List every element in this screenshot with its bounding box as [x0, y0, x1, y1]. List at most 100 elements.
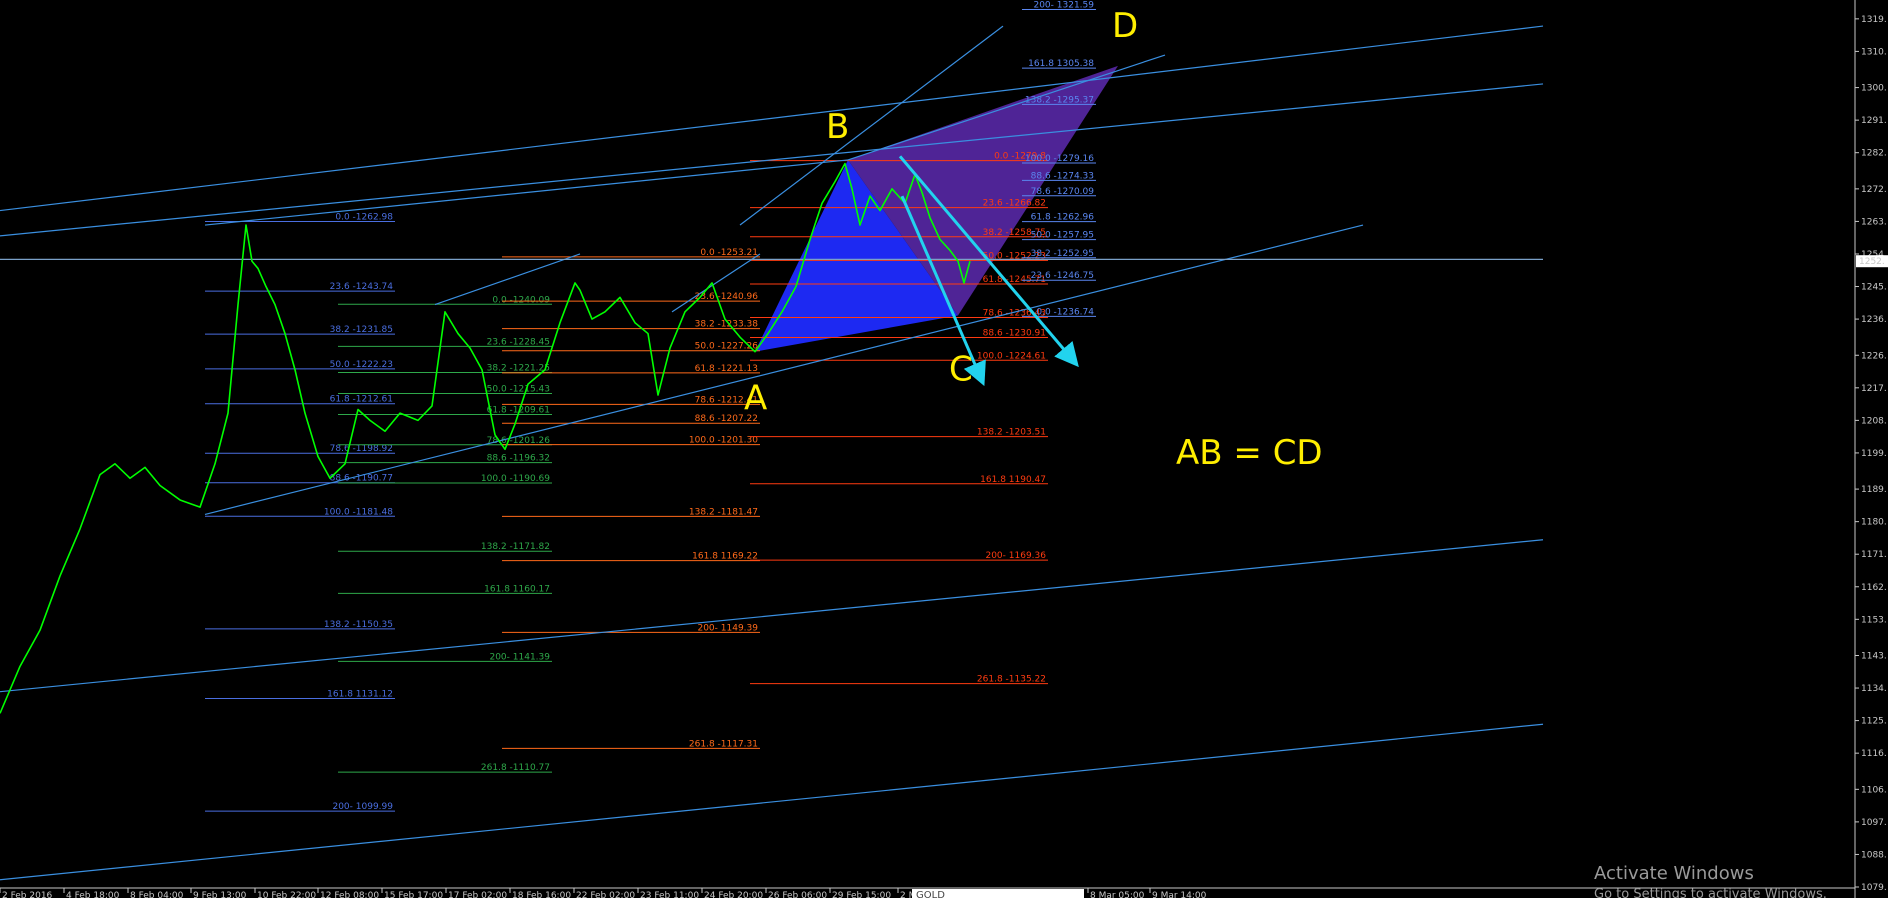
fib-level-label: 261.8 -1110.77	[481, 763, 550, 773]
price-tick-label: 1153.	[1861, 615, 1887, 625]
time-tick-label: 29 Feb 15:00	[832, 891, 891, 898]
fib-level-label: 38.2 -1221.25	[487, 363, 550, 373]
fib-level-label: 0.0 -1253.21	[700, 248, 758, 258]
price-tick-label: 1208.	[1861, 416, 1887, 426]
fib-level-label: 23.6 -1266.82	[983, 199, 1046, 209]
fib-level-label: 38.2 -1231.85	[330, 325, 393, 335]
fib-level-label: 61.8 -1221.13	[695, 364, 758, 374]
fib-level-label: 88.6 -1230.91	[983, 328, 1046, 338]
channel-line	[0, 25, 1544, 212]
price-tick-label: 1291.	[1861, 116, 1887, 126]
price-tick-label: 1134.	[1861, 684, 1887, 694]
fib-level-label: 23.6 -1243.74	[330, 282, 394, 292]
fib-level-label: 138.2 -1203.51	[977, 428, 1046, 438]
pattern-annotation: AB = CD	[1176, 433, 1323, 473]
time-tick-label: 8 Mar 05:00	[1090, 891, 1145, 898]
fib-level-label: 0.0 -1236.74	[1036, 307, 1094, 317]
fib-level-label: 200- 1149.39	[697, 623, 758, 633]
fib-level-label: 138.2 -1171.82	[481, 542, 550, 552]
price-tick-label: 1272.	[1861, 185, 1887, 195]
point-label: B	[826, 107, 849, 147]
fib-level-label: 200- 1169.36	[985, 551, 1046, 561]
channel-line	[204, 159, 849, 226]
channel-line	[0, 723, 1544, 881]
point-label: D	[1112, 6, 1138, 46]
fib-level-label: 138.2 -1295.37	[1025, 95, 1094, 105]
watermark-layer: Activate Windows Go to Settings to activ…	[1594, 863, 1827, 898]
time-tick-label: 22 Feb 02:00	[576, 891, 635, 898]
fib-level-label: 61.8 -1262.96	[1031, 213, 1095, 223]
fib-level-label: 78.6 -1198.92	[330, 444, 393, 454]
fib-level-label: 23.6 -1246.75	[1031, 271, 1094, 281]
price-tick-label: 1106.	[1861, 785, 1887, 795]
fib-level-label: 161.8 1131.12	[327, 689, 393, 699]
fib-level-label: 138.2 -1181.47	[689, 507, 758, 517]
price-tick-label: 1226.	[1861, 351, 1887, 361]
channel-line	[671, 253, 761, 313]
price-tick-label: 1116.	[1861, 749, 1887, 759]
channel-line	[0, 83, 1544, 237]
time-tick-label: 18 Feb 16:00	[512, 891, 571, 898]
fib-level-label: 23.6 -1228.45	[487, 337, 550, 347]
fib-level-label: 100.0 -1279.16	[1025, 154, 1094, 164]
fib-level-label: 61.8 -1212.61	[330, 395, 393, 405]
fib-level-label: 138.2 -1150.35	[324, 620, 393, 630]
fib-level-label: 100.0 -1224.61	[977, 351, 1046, 361]
price-tick-label: 1125.	[1861, 717, 1887, 727]
fib-level-label: 100.0 -1190.69	[481, 474, 550, 484]
time-tick-label: 17 Feb 02:00	[448, 891, 507, 898]
fib-level-label: 161.8 1190.47	[980, 475, 1046, 485]
time-tick-label: 9 Mar 14:00	[1152, 891, 1207, 898]
price-tick-label: 1263.	[1861, 217, 1887, 227]
fib-level-label: 78.6 -1270.09	[1031, 187, 1095, 197]
fib-level-label: 100.0 -1181.48	[324, 507, 393, 517]
price-tick-label: 1300.	[1861, 84, 1887, 94]
time-tick-label: 24 Feb 20:00	[704, 891, 763, 898]
price-tick-label: 1079.	[1861, 883, 1887, 893]
price-tick-label: 1319.	[1861, 15, 1887, 25]
time-tick-label: 10 Feb 22:00	[257, 891, 316, 898]
point-label: A	[744, 379, 767, 419]
fib-level-label: 200- 1099.99	[332, 802, 393, 812]
time-tick-label: 23 Feb 11:00	[640, 891, 699, 898]
price-tick-label: 1282.	[1861, 149, 1887, 159]
fib-level-label: 50.0 -1227.26	[695, 342, 759, 352]
watermark-title: Activate Windows	[1594, 863, 1754, 884]
fib-level-label: 23.6 -1240.96	[695, 292, 759, 302]
price-tick-label: 1236.	[1861, 315, 1887, 325]
fib-level-label: 88.6 -1274.33	[1031, 171, 1094, 181]
price-tick-label: 1310.	[1861, 47, 1887, 57]
price-tick-label: 1143.	[1861, 651, 1887, 661]
time-tick-label: 8 Feb 04:00	[130, 891, 184, 898]
price-tick-label: 1217.	[1861, 384, 1887, 394]
watermark-subtitle: Go to Settings to activate Windows.	[1594, 887, 1827, 898]
fib-level-label: 50.0 -1257.95	[1031, 231, 1094, 241]
fib-level-label: 38.2 -1252.95	[1031, 249, 1094, 259]
fib-level-label: 200- 1321.59	[1033, 0, 1094, 10]
fib-level-label: 0.0 -1240.09	[492, 295, 550, 305]
price-tick-label: 1097.	[1861, 818, 1887, 828]
price-tick-label: 1180.	[1861, 518, 1887, 528]
gold-chart: 0.0 -1262.98 23.6 -1243.74 38.2 -1231.85 50…	[0, 0, 1888, 898]
price-axis-layer: 1319.1310.1300.1291.1282.1272.1263.1254.…	[1854, 0, 1888, 898]
time-axis-layer: 2 Feb 2016 4 Feb 18:00 8 Feb 04:00 9 Feb 13…	[0, 887, 1855, 898]
fib-level-label: 50.0 -1215.43	[487, 384, 550, 394]
time-tick-label: 4 Feb 18:00	[66, 891, 120, 898]
price-tick-label: 1162.	[1861, 583, 1887, 593]
current-price-label: 1252.	[1859, 257, 1885, 267]
time-tick-label: 12 Feb 08:00	[320, 891, 379, 898]
fib-level-label: 200- 1141.39	[489, 652, 550, 662]
time-tick-label: 9 Feb 13:00	[193, 891, 247, 898]
fib-level-label: 261.8 -1117.31	[689, 739, 758, 749]
point-label: C	[949, 350, 973, 390]
time-tick-label: 15 Feb 17:00	[384, 891, 443, 898]
price-tick-label: 1245.	[1861, 283, 1887, 293]
price-tick-label: 1088.	[1861, 850, 1887, 860]
price-tick-label: 1189.	[1861, 485, 1887, 495]
fib-level-label: 161.8 1169.22	[692, 552, 758, 562]
fib-level-label: 161.8 1160.17	[484, 584, 550, 594]
channel-line	[0, 539, 1544, 693]
fib-level-label: 100.0 -1201.30	[689, 436, 758, 446]
price-tick-label: 1199.	[1861, 449, 1887, 459]
fib-level-label: 88.6 -1196.32	[487, 454, 550, 464]
